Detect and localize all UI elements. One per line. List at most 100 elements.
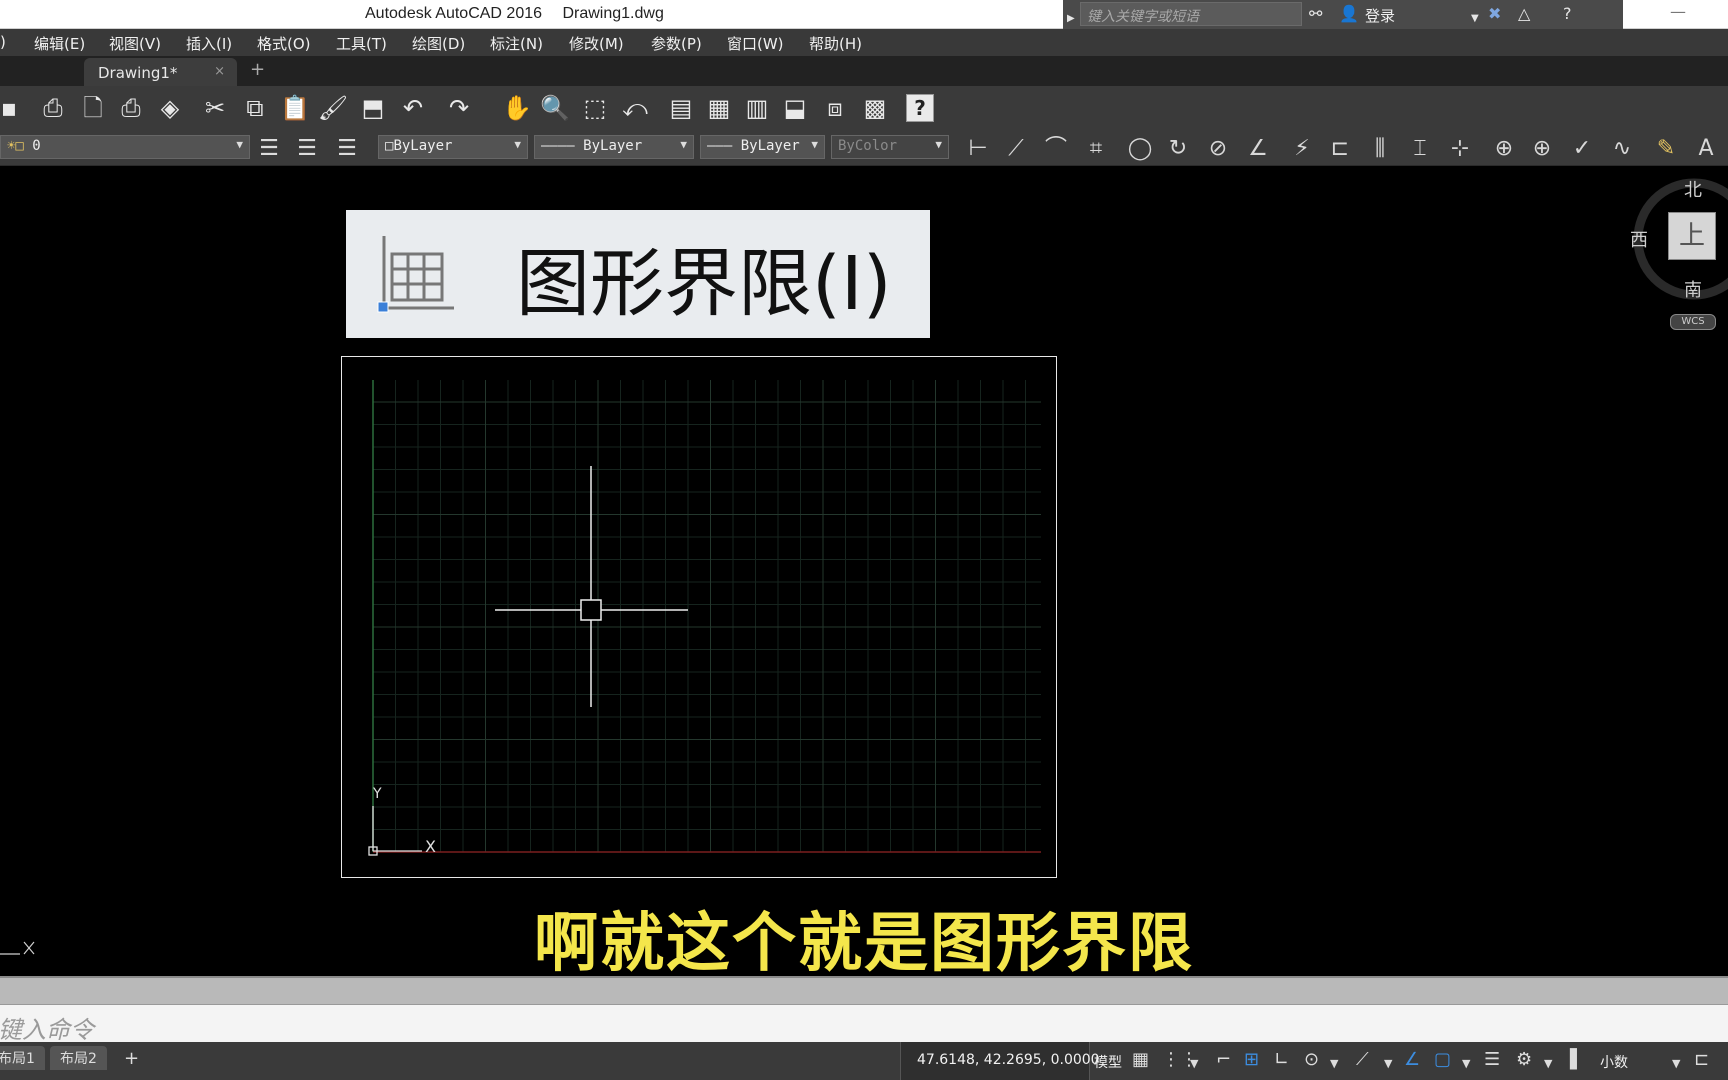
snap-dropdown-icon[interactable]: ▼ [1190,1054,1198,1074]
object-snap-icon[interactable]: ▢ [1434,1050,1451,1070]
jogged-linear-icon[interactable]: ∿ [1604,134,1640,164]
menu-item-insert[interactable]: 插入(I) [186,33,232,54]
menu-item-modify[interactable]: 修改(M) [569,33,624,54]
login-button[interactable]: 登录 [1365,5,1395,26]
center-mark-icon[interactable]: ⊕ [1524,134,1560,164]
minimize-icon[interactable]: — [1670,2,1686,21]
plot-icon[interactable]: ⎙ [36,91,70,125]
dimension-text-edit-icon[interactable]: A [1688,134,1724,164]
ortho-mode-icon[interactable]: ∟ [1274,1050,1289,1070]
paste-icon[interactable]: 📋 [278,91,312,125]
dynamic-input-icon[interactable]: ⊞ [1244,1050,1259,1070]
login-dropdown-icon[interactable]: ▼ [1471,9,1479,29]
radius-dimension-icon[interactable]: ◯ [1122,134,1158,164]
units-dropdown-icon[interactable]: ▼ [1672,1054,1680,1074]
angular-dimension-icon[interactable]: ∠ [1240,134,1276,164]
ordinate-dimension-icon[interactable]: ⌗ [1078,134,1114,164]
baseline-dimension-icon[interactable]: ⊏ [1322,134,1358,164]
properties-icon[interactable]: ▤ [664,91,698,125]
menu-item-tools[interactable]: 工具(T) [336,33,387,54]
dimension-break-icon[interactable]: ⊹ [1442,134,1478,164]
match-properties-icon[interactable]: 🖌 [316,91,350,125]
workspace-gear-icon[interactable]: ⚙ [1516,1050,1532,1070]
command-line[interactable]: 键入命令 [0,1004,1728,1045]
linear-dimension-icon[interactable]: ⊢ [960,134,996,164]
block-editor-icon[interactable]: ⬒ [356,91,390,125]
tab-layout1[interactable]: 布局1 [0,1046,45,1070]
publish-icon[interactable]: ⎙ [114,91,148,125]
model-space-button[interactable]: 模型 [1094,1052,1122,1072]
expand-arrow-icon[interactable]: ▶ [1067,9,1075,29]
object-snap-tracking-icon[interactable]: ∠ [1404,1050,1420,1070]
tab-layout2[interactable]: 布局2 [50,1046,107,1070]
workspace-dropdown-icon[interactable]: ▼ [1544,1054,1552,1074]
units-label[interactable]: 小数 [1600,1052,1628,1072]
layer-properties-icon[interactable]: ☰ [252,134,286,164]
layer-previous-icon[interactable]: ☰ [330,134,364,164]
continue-dimension-icon[interactable]: ⫼ [1362,134,1398,164]
calculator-icon[interactable]: ▩ [858,91,892,125]
infer-constraints-icon[interactable]: ⌐ [1216,1050,1231,1070]
redo-icon[interactable]: ↷ [442,91,476,125]
aligned-dimension-icon[interactable]: ⟋ [998,134,1034,164]
3d-dwf-icon[interactable]: ◈ [153,91,187,125]
grid-display-icon[interactable]: ▦ [1132,1050,1149,1070]
menu-item-parametric[interactable]: 参数(P) [651,33,702,54]
linetype-dropdown[interactable]: ———— ByLayer ▼ [534,135,694,159]
lineweight-dropdown[interactable]: ——— ByLayer ▼ [700,135,825,159]
viewcube-north[interactable]: 北 [1684,176,1702,202]
search-input[interactable]: 键入关键字或短语 [1080,2,1302,26]
menu-item-edit[interactable]: 编辑(E) [34,33,85,54]
help-button[interactable]: ? [906,94,934,122]
plot-preview-icon[interactable]: 🗋 [76,91,110,125]
a360-icon[interactable]: △ [1518,4,1530,24]
jogged-dimension-icon[interactable]: ↻ [1160,134,1196,164]
menu-item-draw[interactable]: 绘图(D) [412,33,465,54]
zoom-window-icon[interactable]: ⬚ [578,91,612,125]
isometric-dropdown-icon[interactable]: ▼ [1384,1054,1392,1074]
menu-item-format[interactable]: 格式(O) [257,33,311,54]
inspection-icon[interactable]: ✓ [1564,134,1600,164]
tolerance-icon[interactable]: ⊕ [1486,134,1522,164]
exchange-icon[interactable]: ✖ [1488,4,1501,24]
diameter-dimension-icon[interactable]: ⊘ [1200,134,1236,164]
viewcube-top-face[interactable]: 上 [1668,212,1716,260]
menu-item-view[interactable]: 视图(V) [109,33,161,54]
arc-length-icon[interactable]: ⌒ [1038,134,1074,164]
add-layout-button[interactable]: + [124,1048,139,1069]
layer-dropdown[interactable]: ☀□ 0 ▼ [0,135,250,159]
pan-icon[interactable]: ✋ [500,91,534,125]
design-center-icon[interactable]: ▦ [702,91,736,125]
customization-icon[interactable]: ⊏ [1694,1050,1709,1070]
menu-item-help[interactable]: 帮助(H) [809,33,862,54]
close-icon[interactable]: × [214,64,225,79]
coordinates-box[interactable]: 47.6148, 42.2695, 0.0000 [900,1042,1100,1080]
polar-dropdown-icon[interactable]: ▼ [1330,1054,1338,1074]
dimension-edit-icon[interactable]: ✎ [1648,134,1684,164]
undo-icon[interactable]: ↶ [396,91,430,125]
drawing-area[interactable]: 图形界限(I) Y X 啊就这个就是图形界限 北 西 南 上 WCS [0,166,1728,981]
copy-icon[interactable]: ⧉ [238,91,272,125]
quick-dimension-icon[interactable]: ⚡ [1284,134,1320,164]
tool-palettes-icon[interactable]: ▥ [740,91,774,125]
markup-icon[interactable]: ⧈ [818,91,852,125]
binoculars-icon[interactable]: ⚯ [1309,4,1322,24]
dimension-space-icon[interactable]: ⌶ [1402,134,1438,164]
new-tab-button[interactable]: + [250,61,265,79]
osnap-dropdown-icon[interactable]: ▼ [1462,1054,1470,1074]
tab-drawing1[interactable]: Drawing1* × [84,58,237,86]
annotation-monitor-icon[interactable]: ▌ [1570,1050,1584,1070]
zoom-realtime-icon[interactable]: 🔍 [538,91,572,125]
viewcube-south[interactable]: 南 [1684,276,1702,302]
help-icon[interactable]: ? [1563,4,1572,24]
color-dropdown[interactable]: □ByLayer ▼ [378,135,528,159]
wcs-menu[interactable]: WCS [1670,314,1716,330]
isometric-drafting-icon[interactable]: ⟋ [1356,1050,1369,1070]
zoom-previous-icon[interactable]: ⤺ [618,91,652,125]
command-input[interactable]: 键入命令 [0,1010,94,1045]
cut-icon[interactable]: ✂ [198,91,232,125]
menu-item-dimension[interactable]: 标注(N) [490,33,543,54]
viewcube-west[interactable]: 西 [1630,226,1648,252]
menu-item-window[interactable]: 窗口(W) [727,33,784,54]
save-icon[interactable]: ▪ [0,91,26,125]
